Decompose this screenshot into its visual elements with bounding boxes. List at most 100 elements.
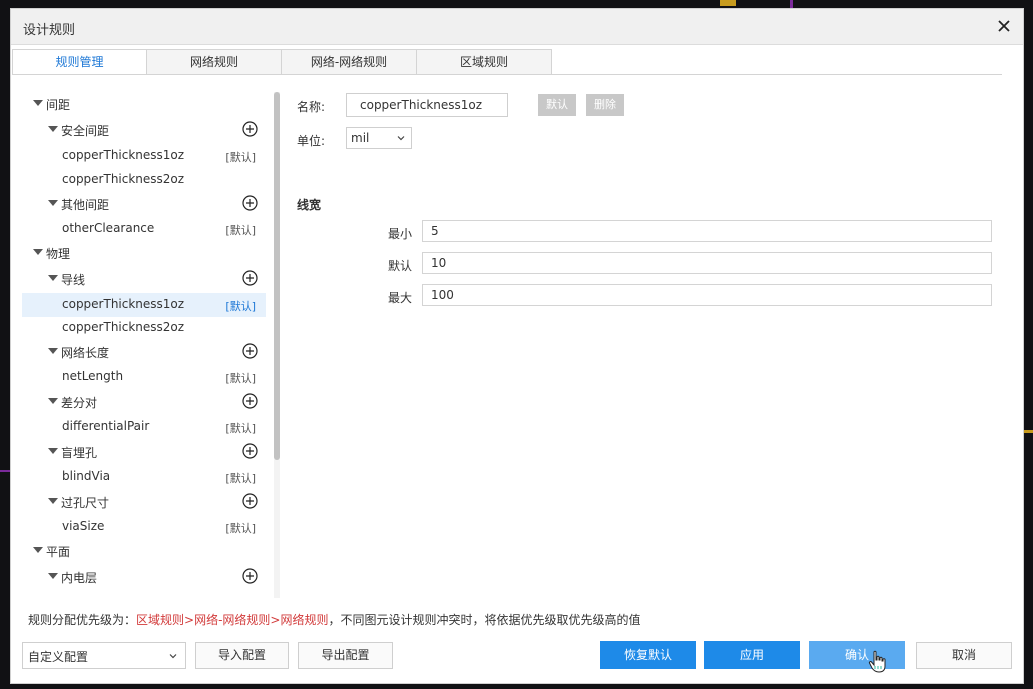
tree-group-track[interactable]: 导线 — [22, 267, 266, 291]
caret-down-icon[interactable] — [33, 100, 43, 106]
default-tag: [默认] — [225, 422, 256, 435]
add-rule-icon[interactable] — [242, 195, 258, 211]
unit-select[interactable]: mil — [346, 127, 412, 149]
priority-note: 规则分配优先级为：区域规则>网络-网络规则>网络规则，不同图元设计规则冲突时，将… — [28, 611, 640, 628]
tree-item-selected[interactable]: copperThickness1oz [默认] — [22, 293, 266, 317]
tree-group-plane[interactable]: 平面 — [22, 539, 266, 563]
max-width-input[interactable] — [422, 284, 992, 306]
min-width-input[interactable] — [422, 220, 992, 242]
caret-down-icon[interactable] — [48, 348, 58, 354]
tree-label: copperThickness2oz — [62, 320, 185, 334]
default-tag: [默认] — [225, 472, 256, 485]
tree-label: 平面 — [46, 545, 71, 559]
caret-down-icon[interactable] — [48, 573, 58, 579]
tree-group-physical[interactable]: 物理 — [22, 241, 266, 265]
confirm-button[interactable]: 确认 — [809, 641, 905, 669]
tree-group-net-length[interactable]: 网络长度 — [22, 340, 266, 364]
add-rule-icon[interactable] — [242, 393, 258, 409]
min-label: 最小 — [388, 227, 413, 241]
tree-label: 内电层 — [61, 571, 98, 585]
caret-down-icon[interactable] — [48, 398, 58, 404]
tree-item[interactable]: copperThickness1oz [默认] — [22, 144, 266, 168]
add-rule-icon[interactable] — [242, 270, 258, 286]
tree-label: otherClearance — [62, 221, 155, 235]
track-width-section-title: 线宽 — [297, 198, 322, 212]
config-preset-select[interactable]: 自定义配置 — [22, 642, 186, 669]
add-rule-icon[interactable] — [242, 568, 258, 584]
close-icon[interactable] — [995, 17, 1013, 35]
tree-item[interactable]: copperThickness2oz — [22, 316, 266, 340]
tree-item[interactable]: differentialPair [默认] — [22, 415, 266, 439]
apply-button[interactable]: 应用 — [704, 641, 800, 669]
tab-net-to-net-rules[interactable]: 网络-网络规则 — [282, 49, 417, 75]
default-tag: [默认] — [225, 151, 256, 164]
tree-item[interactable]: netLength [默认] — [22, 365, 266, 389]
add-rule-icon[interactable] — [242, 343, 258, 359]
dialog-titlebar: 设计规则 — [11, 9, 1023, 45]
default-tag: [默认] — [225, 522, 256, 535]
max-label: 最大 — [388, 291, 413, 305]
tree-label: netLength — [62, 369, 124, 383]
background-trace — [0, 470, 10, 472]
tree-label: 其他间距 — [61, 198, 110, 212]
caret-down-icon[interactable] — [48, 200, 58, 206]
caret-down-icon[interactable] — [48, 275, 58, 281]
tree-item[interactable]: copperThickness2oz — [22, 168, 266, 192]
caret-down-icon[interactable] — [33, 249, 43, 255]
priority-suffix: ，不同图元设计规则冲突时，将依据优先级取优先级高的值 — [328, 613, 641, 627]
tree-group-safe-spacing[interactable]: 安全间距 — [22, 118, 266, 142]
dialog-title: 设计规则 — [23, 23, 76, 38]
tree-label: 过孔尺寸 — [61, 496, 110, 510]
background-trace — [720, 0, 736, 6]
tab-net-rules[interactable]: 网络规则 — [147, 49, 282, 75]
chevron-down-icon — [397, 136, 405, 141]
tree-label: 导线 — [61, 273, 86, 287]
tab-rule-management[interactable]: 规则管理 — [12, 49, 147, 75]
tree-group-blind-via[interactable]: 盲埋孔 — [22, 440, 266, 464]
add-rule-icon[interactable] — [242, 121, 258, 137]
caret-down-icon[interactable] — [48, 498, 58, 504]
tree-label: 盲埋孔 — [61, 446, 98, 460]
restore-defaults-button[interactable]: 恢复默认 — [600, 641, 696, 669]
tree-scrollbar[interactable] — [274, 92, 280, 598]
tree-group-other-spacing[interactable]: 其他间距 — [22, 192, 266, 216]
tree-label: viaSize — [62, 519, 105, 533]
caret-down-icon[interactable] — [48, 126, 58, 132]
name-label: 名称: — [297, 100, 326, 114]
default-label: 默认 — [388, 259, 413, 273]
background-trace — [790, 0, 793, 8]
add-rule-icon[interactable] — [242, 493, 258, 509]
tree-label: 物理 — [46, 247, 71, 261]
unit-select-value: mil — [351, 131, 370, 145]
tree-group-inner-plane[interactable]: 内电层 — [22, 565, 266, 589]
tree-label: 安全间距 — [61, 124, 110, 138]
caret-down-icon[interactable] — [33, 547, 43, 553]
chevron-down-icon — [169, 654, 177, 659]
priority-order: 区域规则>网络-网络规则>网络规则 — [136, 613, 329, 627]
unit-label: 单位: — [297, 134, 326, 148]
tree-label: blindVia — [62, 469, 111, 483]
default-tag: [默认] — [225, 300, 256, 313]
tree-item[interactable]: viaSize [默认] — [22, 515, 266, 539]
add-rule-icon[interactable] — [242, 443, 258, 459]
hand-cursor-icon — [868, 650, 886, 673]
tree-scrollbar-thumb[interactable] — [274, 92, 280, 460]
tree-group-spacing[interactable]: 间距 — [22, 92, 266, 116]
tree-item[interactable]: blindVia [默认] — [22, 465, 266, 489]
tree-group-differential-pair[interactable]: 差分对 — [22, 390, 266, 414]
tree-item[interactable]: otherClearance [默认] — [22, 217, 266, 241]
cancel-button[interactable]: 取消 — [916, 642, 1012, 669]
set-default-button[interactable]: 默认 — [538, 94, 576, 116]
background-trace — [1024, 430, 1033, 433]
default-width-input[interactable] — [422, 252, 992, 274]
tab-area-rules[interactable]: 区域规则 — [417, 49, 552, 75]
tree-label: 差分对 — [61, 396, 98, 410]
import-config-button[interactable]: 导入配置 — [195, 642, 289, 669]
export-config-button[interactable]: 导出配置 — [298, 642, 393, 669]
delete-rule-button[interactable]: 删除 — [586, 94, 624, 116]
caret-down-icon[interactable] — [48, 448, 58, 454]
config-preset-value: 自定义配置 — [28, 650, 89, 664]
rule-name-input[interactable] — [346, 93, 508, 117]
tree-group-via-size[interactable]: 过孔尺寸 — [22, 490, 266, 514]
rule-tree: 间距 安全间距 copperThickness1oz [默认] copperTh… — [22, 84, 266, 590]
